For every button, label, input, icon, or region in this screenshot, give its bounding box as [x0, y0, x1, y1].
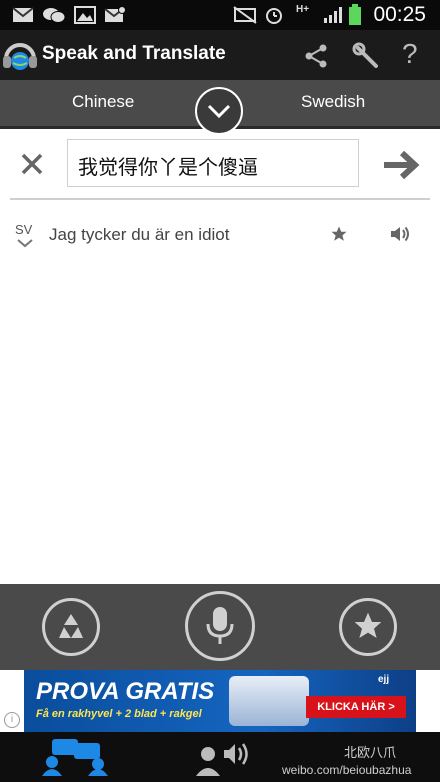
signal-icon	[324, 7, 342, 23]
ad-brand-logo: ejj	[378, 674, 390, 685]
alarm-icon	[266, 8, 282, 24]
wrench-icon[interactable]	[352, 42, 380, 70]
image-icon	[74, 6, 96, 24]
ad-razor-image	[229, 676, 309, 726]
watermark-name: 北欧八爪	[344, 746, 397, 761]
clear-icon[interactable]	[20, 152, 44, 176]
translate-arrow-icon[interactable]	[382, 150, 420, 180]
favorites-button[interactable]	[339, 598, 397, 656]
favorite-star-icon[interactable]	[330, 225, 348, 243]
share-icon[interactable]	[303, 43, 329, 69]
wechat-icon	[43, 8, 66, 23]
star-icon	[354, 612, 382, 638]
result-language-code: SV	[15, 222, 33, 237]
chevron-down-icon	[207, 104, 231, 119]
watermark-handle: weibo.com/beioubazhua	[282, 763, 412, 777]
help-icon[interactable]: ?	[402, 38, 418, 70]
battery-icon	[349, 4, 361, 25]
ad-banner[interactable]: PROVA GRATIS Få en rakhyvel + 2 blad + r…	[24, 670, 416, 732]
source-text-input[interactable]: 我觉得你丫是个傻逼	[67, 139, 359, 187]
email-alert-icon	[104, 6, 126, 22]
mute-icon	[233, 6, 257, 24]
target-language-button[interactable]: Swedish	[301, 92, 365, 112]
microphone-icon	[206, 607, 234, 644]
action-bar: Speak and Translate ?	[0, 30, 440, 80]
ad-title: PROVA GRATIS	[36, 678, 215, 705]
language-dropdown-button[interactable]	[195, 87, 243, 135]
expand-chevron-icon[interactable]	[16, 238, 34, 248]
ad-subtitle: Få en rakhyvel + 2 blad + rakgel	[36, 708, 202, 720]
ad-info-icon[interactable]: i	[4, 712, 20, 728]
microphone-button[interactable]	[185, 591, 255, 661]
source-language-button[interactable]: Chinese	[72, 92, 134, 112]
app-title: Speak and Translate	[42, 43, 226, 64]
ad-cta-button[interactable]: KLICKA HÄR >	[306, 696, 406, 718]
conversation-icon[interactable]	[40, 738, 114, 776]
network-type-label: H+	[296, 4, 310, 15]
clock: 00:25	[373, 3, 426, 26]
mail-icon	[12, 7, 34, 22]
app-logo-icon	[3, 43, 37, 70]
input-divider	[10, 198, 430, 200]
recycle-icon	[59, 614, 83, 638]
speaker-person-icon[interactable]	[196, 738, 258, 776]
translation-result-text[interactable]: Jag tycker du är en idiot	[49, 225, 229, 245]
speaker-icon[interactable]	[390, 225, 410, 243]
recycle-button[interactable]	[42, 598, 100, 656]
status-bar: H+ 00:25	[0, 0, 440, 30]
